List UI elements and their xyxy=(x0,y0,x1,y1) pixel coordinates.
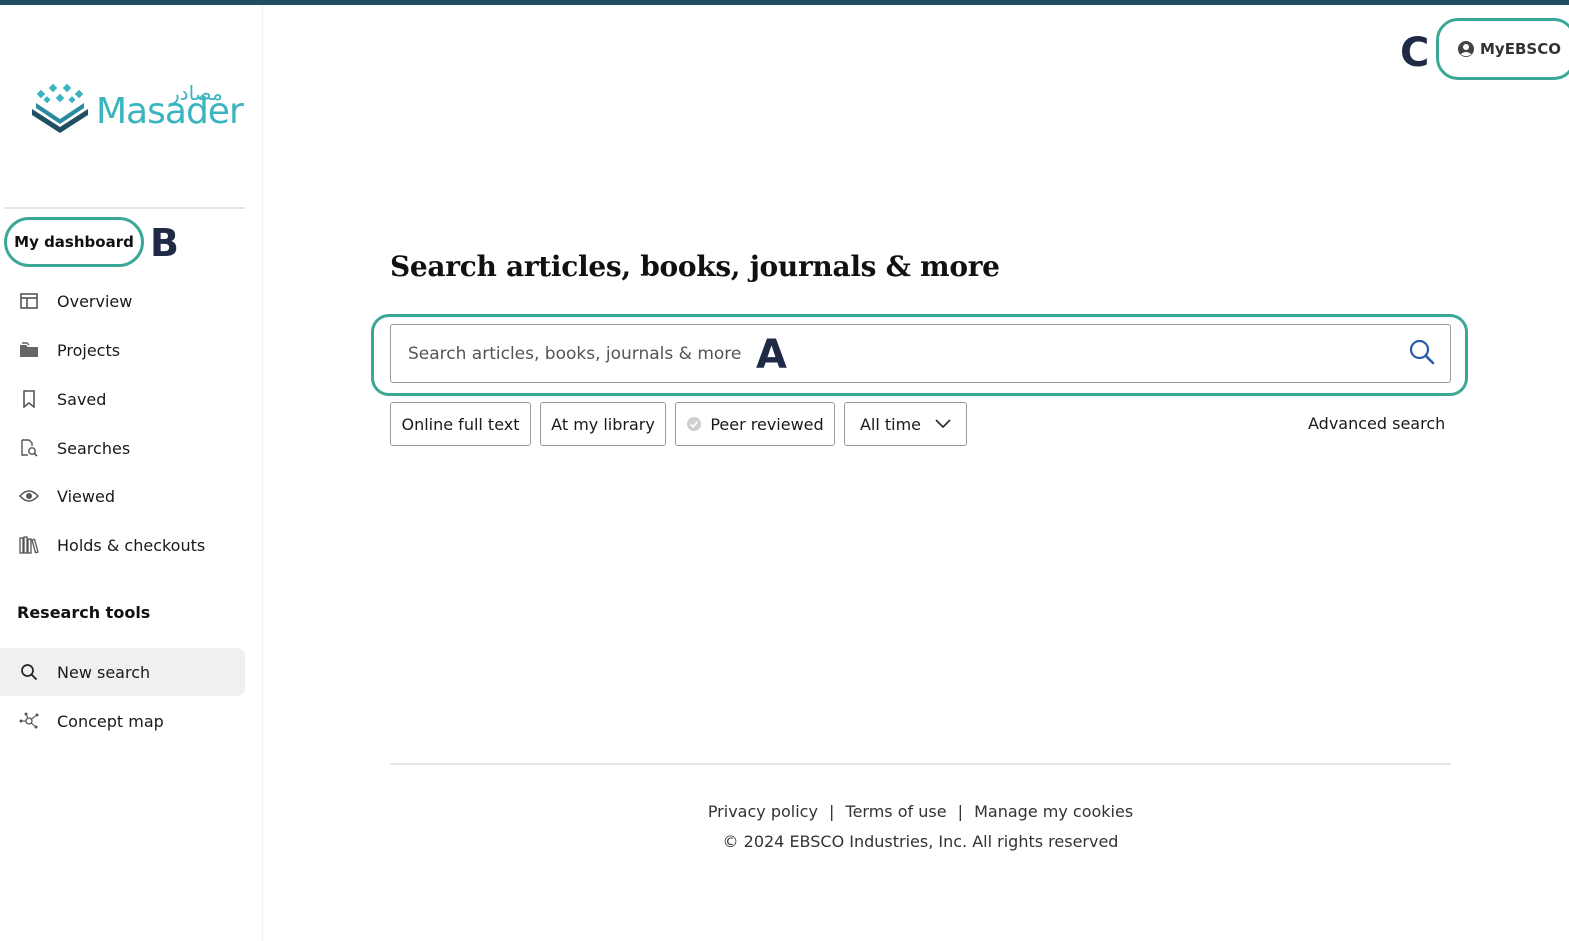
filter-all-time-dropdown[interactable]: All time xyxy=(844,402,967,446)
sidebar-item-label: New search xyxy=(57,662,151,682)
footer-separator: | xyxy=(829,802,835,821)
sidebar-item-holds-checkouts[interactable]: Holds & checkouts xyxy=(0,521,245,569)
filter-label: At my library xyxy=(551,414,655,434)
myebsco-label: MyEBSCO xyxy=(1480,40,1561,58)
sidebar-item-saved[interactable]: Saved xyxy=(0,375,245,423)
filter-at-my-library[interactable]: At my library xyxy=(540,402,666,446)
sidebar-item-label: Holds & checkouts xyxy=(57,535,206,555)
eye-icon xyxy=(18,485,40,507)
my-dashboard-button[interactable]: My dashboard xyxy=(4,217,144,267)
bookmark-icon xyxy=(18,388,40,410)
folder-icon xyxy=(18,339,40,361)
sidebar-item-label: Concept map xyxy=(57,711,164,731)
sidebar-item-searches[interactable]: Searches xyxy=(0,424,245,472)
sidebar-item-concept-map[interactable]: Concept map xyxy=(0,697,245,745)
sidebar-item-overview[interactable]: Overview xyxy=(0,277,245,325)
masader-logo-mark-icon xyxy=(32,83,88,133)
sidebar-item-label: Overview xyxy=(57,291,133,311)
annotation-letter-c: C xyxy=(1400,30,1430,76)
sidebar-item-label: Projects xyxy=(57,340,121,360)
search-icon xyxy=(18,661,40,683)
sidebar-item-label: Viewed xyxy=(57,486,115,506)
filter-label: Online full text xyxy=(401,414,520,434)
footer-links: Privacy policy | Terms of use | Manage m… xyxy=(390,802,1451,821)
sidebar-item-label: Saved xyxy=(57,389,107,409)
annotation-letter-b: B xyxy=(150,221,179,265)
advanced-search-link[interactable]: Advanced search xyxy=(1308,414,1445,433)
search-history-icon xyxy=(18,437,40,459)
books-icon xyxy=(18,534,40,556)
sidebar-item-projects[interactable]: Projects xyxy=(0,326,245,374)
user-circle-icon xyxy=(1457,40,1475,58)
masader-logo[interactable]: مصادر Masader xyxy=(30,81,244,141)
search-input[interactable] xyxy=(408,325,1368,382)
myebsco-button[interactable]: MyEBSCO xyxy=(1436,18,1569,80)
copyright-text: © 2024 EBSCO Industries, Inc. All rights… xyxy=(722,832,1119,851)
filter-label: All time xyxy=(859,414,922,434)
search-box[interactable] xyxy=(390,324,1451,383)
chevron-down-icon xyxy=(935,419,951,429)
privacy-policy-link[interactable]: Privacy policy xyxy=(708,802,818,821)
concept-map-icon xyxy=(18,710,40,732)
filter-online-full-text[interactable]: Online full text xyxy=(390,402,531,446)
page-title: Search articles, books, journals & more xyxy=(390,250,1000,283)
sidebar-item-viewed[interactable]: Viewed xyxy=(0,472,245,520)
check-badge-icon xyxy=(686,416,702,432)
sidebar-item-new-search[interactable]: New search xyxy=(0,648,245,696)
logo-english-text: Masader xyxy=(96,91,244,132)
sidebar-divider xyxy=(5,207,245,209)
footer-divider xyxy=(390,763,1451,765)
filter-label: Peer reviewed xyxy=(710,414,824,434)
research-tools-heading: Research tools xyxy=(17,603,151,622)
terms-of-use-link[interactable]: Terms of use xyxy=(846,802,947,821)
sidebar-item-label: Searches xyxy=(57,438,131,458)
footer-separator: | xyxy=(957,802,964,821)
overview-icon xyxy=(18,290,40,312)
filter-peer-reviewed[interactable]: Peer reviewed xyxy=(675,402,835,446)
annotation-letter-a: A xyxy=(756,332,787,378)
manage-cookies-link[interactable]: Manage my cookies xyxy=(974,802,1133,821)
search-submit-icon[interactable] xyxy=(1407,337,1437,367)
